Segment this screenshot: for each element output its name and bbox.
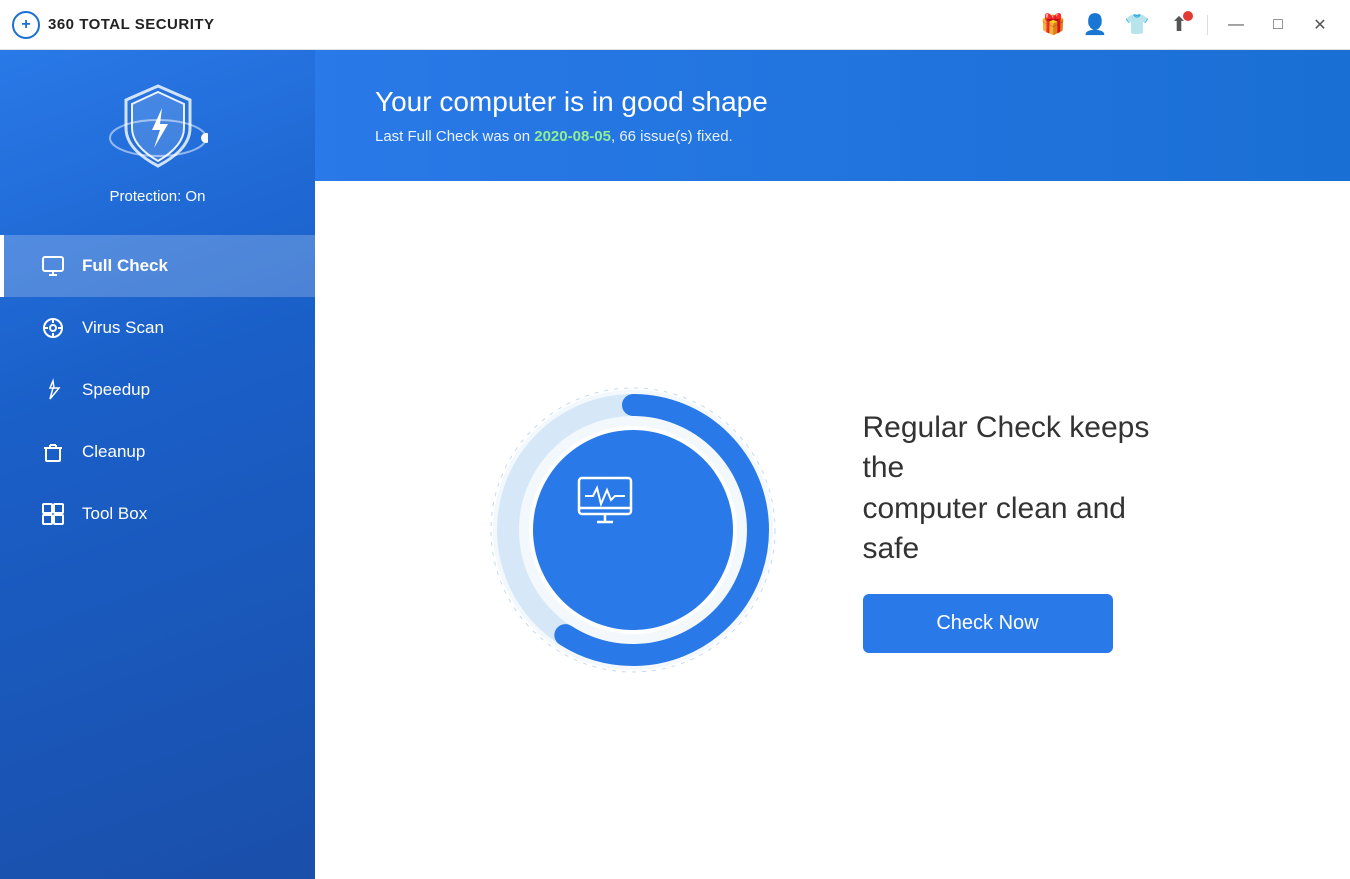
minimize-button[interactable]: —: [1218, 7, 1254, 43]
sidebar-item-toolbox[interactable]: Tool Box: [0, 483, 315, 545]
toolbox-icon: [40, 501, 66, 527]
right-content: Regular Check keeps the computer clean a…: [863, 408, 1183, 653]
app-title: 360 TOTAL SECURITY: [48, 16, 215, 33]
content-body: Regular Check keeps the computer clean a…: [315, 181, 1350, 879]
speedup-icon: [40, 377, 66, 403]
main-tagline: Regular Check keeps the computer clean a…: [863, 408, 1183, 570]
separator: [1207, 15, 1208, 35]
app-logo: +: [12, 11, 40, 39]
upload-button[interactable]: ⬆: [1161, 7, 1197, 43]
tagline-line2: computer clean and safe: [863, 492, 1127, 566]
content-area: Your computer is in good shape Last Full…: [315, 50, 1350, 879]
header-sub: Last Full Check was on 2020-08-05, 66 is…: [375, 128, 1290, 145]
monitor-icon-wrap: [573, 470, 693, 590]
header-date: 2020-08-05: [534, 128, 611, 145]
title-bar: + 360 TOTAL SECURITY 🎁 👤 👕 ⬆ — □ ✕: [0, 0, 1350, 50]
cleanup-label: Cleanup: [82, 442, 145, 462]
sidebar-item-cleanup[interactable]: Cleanup: [0, 421, 315, 483]
shield-wrap: [108, 78, 208, 178]
sidebar: Protection: On Full Check: [0, 50, 315, 879]
donut-chart: [483, 380, 783, 680]
sidebar-nav: Full Check Virus Scan: [0, 235, 315, 545]
title-bar-left: + 360 TOTAL SECURITY: [12, 11, 215, 39]
gift-button[interactable]: 🎁: [1035, 7, 1071, 43]
sidebar-item-speedup[interactable]: Speedup: [0, 359, 315, 421]
sidebar-item-virus-scan[interactable]: Virus Scan: [0, 297, 315, 359]
monitor-svg: [573, 470, 637, 534]
logo-symbol: +: [21, 16, 30, 34]
user-icon: 👤: [1083, 12, 1108, 37]
toolbox-label: Tool Box: [82, 504, 147, 524]
maximize-button[interactable]: □: [1260, 7, 1296, 43]
check-now-button[interactable]: Check Now: [863, 594, 1113, 653]
shield-svg: [108, 78, 208, 178]
full-check-label: Full Check: [82, 256, 168, 276]
full-check-icon: [40, 253, 66, 279]
cleanup-icon: [40, 439, 66, 465]
close-button[interactable]: ✕: [1302, 7, 1338, 43]
sub-text-after: , 66 issue(s) fixed.: [611, 128, 733, 145]
main-layout: Protection: On Full Check: [0, 50, 1350, 879]
gift-icon: 🎁: [1041, 12, 1066, 37]
sidebar-logo-area: Protection: On: [108, 50, 208, 227]
tagline-line1: Regular Check keeps the: [863, 411, 1150, 485]
minimize-icon: —: [1228, 16, 1244, 34]
virus-scan-label: Virus Scan: [82, 318, 164, 338]
header-main-title: Your computer is in good shape: [375, 86, 1290, 118]
virus-scan-icon: [40, 315, 66, 341]
maximize-icon: □: [1273, 16, 1283, 34]
sub-text-before: Last Full Check was on: [375, 128, 534, 145]
theme-button[interactable]: 👕: [1119, 7, 1155, 43]
close-icon: ✕: [1313, 15, 1326, 35]
user-account-button[interactable]: 👤: [1077, 7, 1113, 43]
content-header: Your computer is in good shape Last Full…: [315, 50, 1350, 181]
protection-label: Protection: On: [110, 188, 206, 205]
speedup-label: Speedup: [82, 380, 150, 400]
shirt-icon: 👕: [1125, 12, 1150, 37]
upload-badge: [1183, 11, 1193, 21]
title-bar-right: 🎁 👤 👕 ⬆ — □ ✕: [1035, 7, 1338, 43]
content-inner: Regular Check keeps the computer clean a…: [483, 380, 1183, 680]
sidebar-item-full-check[interactable]: Full Check: [0, 235, 315, 297]
